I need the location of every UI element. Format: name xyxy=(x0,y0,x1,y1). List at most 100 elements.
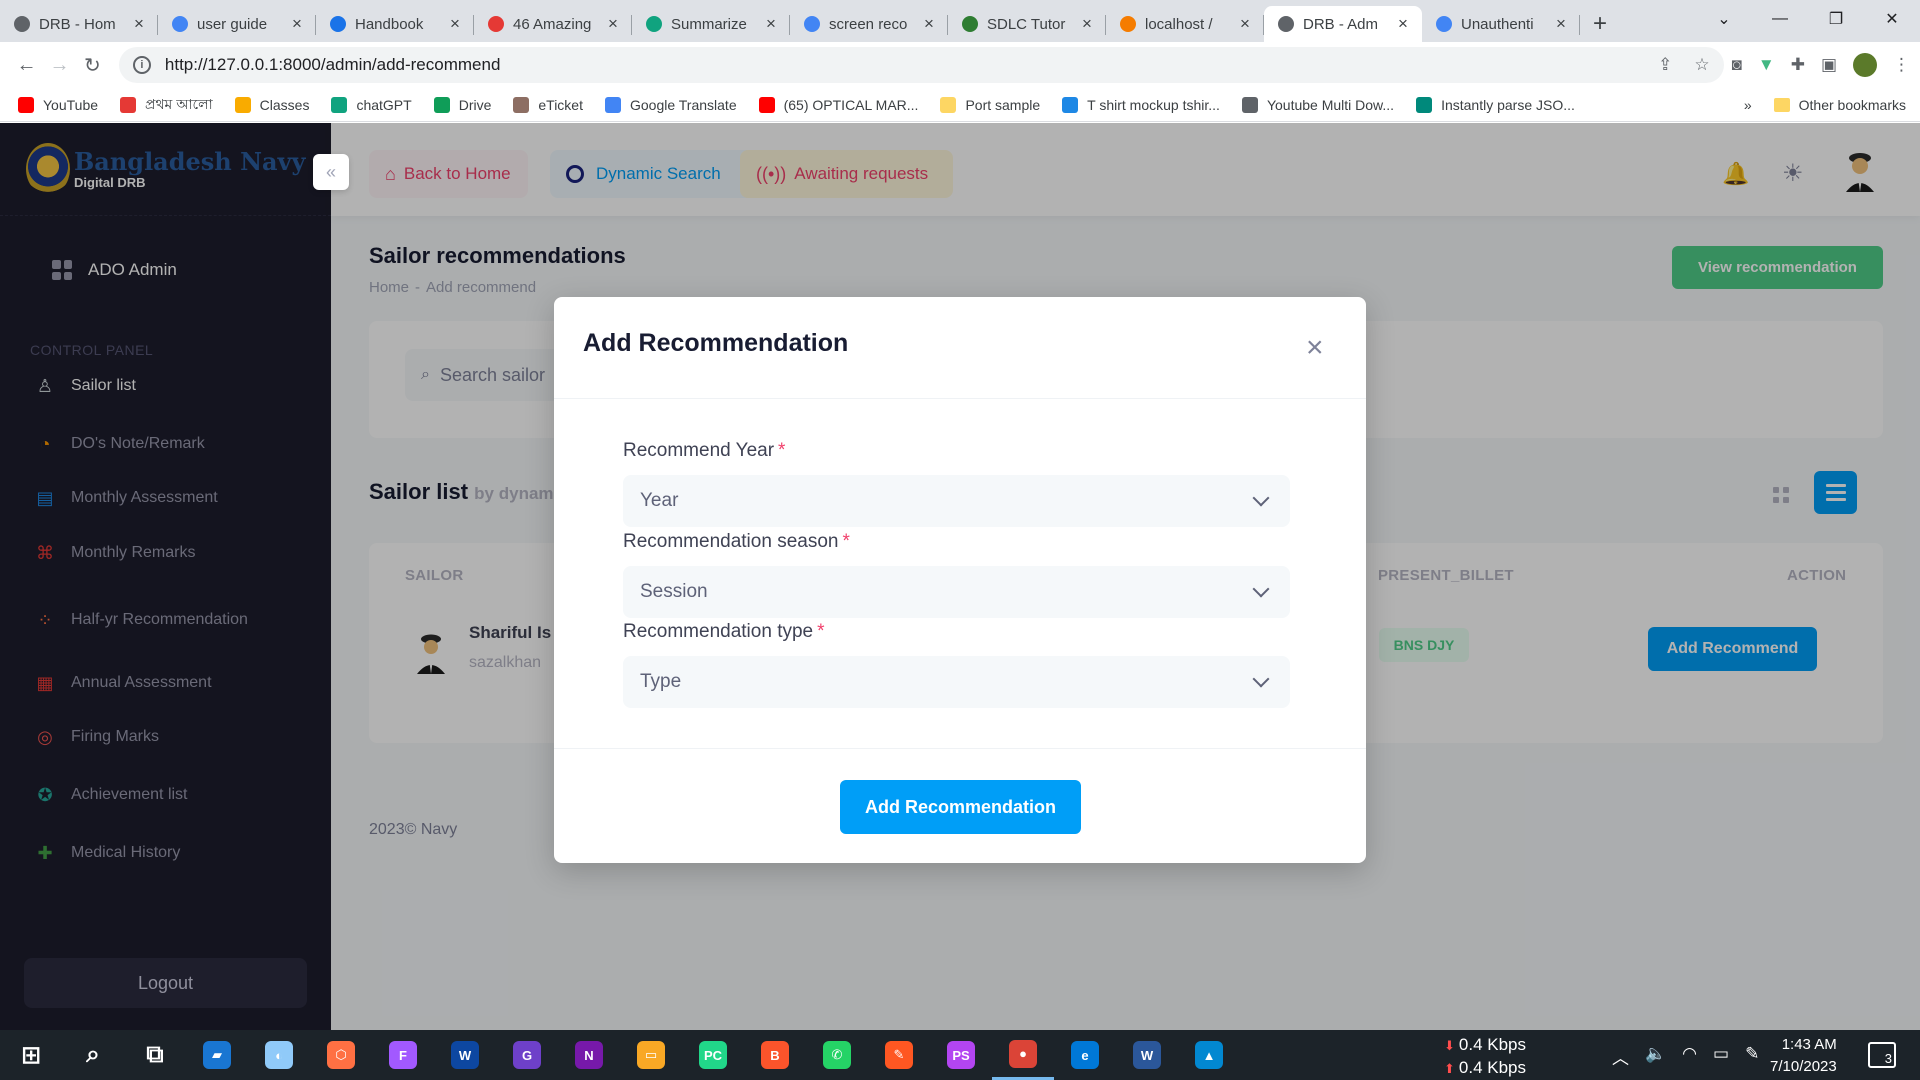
volume-icon[interactable]: 🔈 xyxy=(1645,1044,1666,1069)
figma-icon[interactable]: F xyxy=(372,1030,434,1080)
collapse-sidebar-icon[interactable]: « xyxy=(313,154,349,190)
bookmark-item[interactable]: Instantly parse JSO... xyxy=(1416,96,1575,113)
menu-kebab-icon[interactable]: ⋮ xyxy=(1893,55,1910,75)
close-tab-icon[interactable]: × xyxy=(1236,14,1254,34)
task-view-icon[interactable]: ⧉ xyxy=(124,1030,186,1080)
phpstorm-icon[interactable]: PS xyxy=(930,1030,992,1080)
bookmark-item[interactable]: Drive xyxy=(433,96,491,113)
site-info-icon[interactable]: i xyxy=(132,56,151,74)
photos-icon[interactable]: ▲ xyxy=(1178,1030,1240,1080)
battery-icon[interactable]: ▭ xyxy=(1713,1044,1729,1069)
url-input[interactable]: i http://127.0.0.1:8000/admin/add-recomm… xyxy=(118,47,1724,83)
address-bar: ← → ↻ i http://127.0.0.1:8000/admin/add-… xyxy=(0,42,1920,88)
browser-tab[interactable]: Handbook × xyxy=(316,6,474,42)
bookmark-item[interactable]: YouTube xyxy=(18,96,98,113)
pen-icon[interactable]: ✎ xyxy=(1745,1044,1759,1069)
vue-devtools-icon[interactable]: ▼ xyxy=(1758,55,1775,75)
edge-icon[interactable]: e xyxy=(1054,1030,1116,1080)
bookmark-item[interactable]: (65) OPTICAL MAR... xyxy=(758,96,918,113)
browser-tab[interactable]: SDLC Tutor × xyxy=(948,6,1106,42)
share-icon[interactable]: ⇪ xyxy=(1658,55,1672,75)
recommend-year-select[interactable]: Year xyxy=(623,475,1290,527)
file-explorer-icon[interactable]: ▭ xyxy=(620,1030,682,1080)
github-icon[interactable]: G xyxy=(496,1030,558,1080)
close-tab-icon[interactable]: × xyxy=(762,14,780,34)
recommendation-type-label: Recommendation type * xyxy=(623,621,825,642)
browser-tab[interactable]: user guide × xyxy=(158,6,316,42)
start-icon[interactable]: ⊞ xyxy=(0,1030,62,1080)
onenote-icon[interactable]: N xyxy=(558,1030,620,1080)
bookmark-item[interactable]: Google Translate xyxy=(604,96,737,113)
profile-avatar[interactable] xyxy=(1853,53,1878,77)
close-icon[interactable]: × xyxy=(1306,333,1324,363)
browser-tab[interactable]: localhost / × xyxy=(1106,6,1264,42)
forward-icon[interactable]: → xyxy=(43,47,76,83)
recommendation-type-select[interactable]: Type xyxy=(623,656,1290,708)
recommendation-season-select[interactable]: Session xyxy=(623,566,1290,618)
whatsapp-icon[interactable]: ✆ xyxy=(806,1030,868,1080)
bookmark-item[interactable]: Youtube Multi Dow... xyxy=(1241,96,1394,113)
close-tab-icon[interactable]: × xyxy=(1394,14,1412,34)
brave-icon-glyph: B xyxy=(761,1041,789,1069)
close-tab-icon[interactable]: × xyxy=(288,14,306,34)
add-recommendation-submit-button[interactable]: Add Recommendation xyxy=(840,780,1081,834)
camera-icon[interactable]: ◙ xyxy=(1732,55,1742,75)
new-tab-icon[interactable]: + xyxy=(1580,6,1620,42)
extensions-icon[interactable]: ✚ xyxy=(1791,55,1805,75)
show-hidden-icon[interactable]: ︿ xyxy=(1612,1044,1629,1069)
clock[interactable]: 1:43 AM 7/10/2023 xyxy=(1770,1034,1837,1078)
whatsapp-icon-glyph: ✆ xyxy=(823,1041,851,1069)
tab-title: localhost / xyxy=(1145,15,1213,33)
browser-tab[interactable]: Summarize × xyxy=(632,6,790,42)
restore-icon[interactable]: ❐ xyxy=(1808,0,1864,38)
browser-tab[interactable]: DRB - Hom × xyxy=(0,6,158,42)
close-tab-icon[interactable]: × xyxy=(604,14,622,34)
pycharm-icon[interactable]: PC xyxy=(682,1030,744,1080)
bookmark-star-icon[interactable]: ☆ xyxy=(1694,55,1709,75)
more-bookmarks-button[interactable]: » xyxy=(1744,97,1752,113)
app-5-icon[interactable]: ✎ xyxy=(868,1030,930,1080)
download-arrow-icon: ⬇ xyxy=(1444,1038,1455,1053)
bookmark-label: প্রথম আলো xyxy=(145,95,213,112)
minimize-icon[interactable]: — xyxy=(1752,0,1808,38)
close-tab-icon[interactable]: × xyxy=(1552,14,1570,34)
pma-icon xyxy=(1120,16,1136,32)
browser-tab[interactable]: 46 Amazing × xyxy=(474,6,632,42)
bookmark-item[interactable]: Port sample xyxy=(940,96,1040,113)
reload-icon[interactable]: ↻ xyxy=(76,47,109,83)
app-4-icon[interactable]: W xyxy=(434,1030,496,1080)
bookmark-item[interactable]: T shirt mockup tshir... xyxy=(1062,96,1220,113)
back-icon[interactable]: ← xyxy=(10,47,43,83)
sidepanel-icon[interactable]: ▣ xyxy=(1821,55,1837,75)
notification-center-icon[interactable]: 3 xyxy=(1868,1042,1896,1068)
word-icon[interactable]: W xyxy=(1116,1030,1178,1080)
google-icon xyxy=(172,16,188,32)
google-icon xyxy=(1436,16,1452,32)
wifi-icon[interactable]: ◠ xyxy=(1682,1044,1697,1069)
browser-tab[interactable]: screen reco × xyxy=(790,6,948,42)
browser-tab[interactable]: DRB - Adm × xyxy=(1264,6,1422,42)
tab-title: DRB - Adm xyxy=(1303,15,1379,33)
bookmark-item[interactable]: Classes xyxy=(234,96,309,113)
chatgpt-icon xyxy=(331,96,348,113)
chrome-icon[interactable]: ● xyxy=(992,1030,1054,1080)
globe-icon xyxy=(1241,96,1258,113)
app-3-icon[interactable]: ⬡ xyxy=(310,1030,372,1080)
other-bookmarks[interactable]: Other bookmarks xyxy=(1799,97,1906,113)
brave-icon[interactable]: B xyxy=(744,1030,806,1080)
url-text[interactable]: http://127.0.0.1:8000/admin/add-recommen… xyxy=(165,55,1636,75)
search-icon[interactable]: ⌕ xyxy=(62,1030,124,1080)
bookmark-label: chatGPT xyxy=(356,96,412,113)
app-2-icon[interactable]: ◐ xyxy=(248,1030,310,1080)
app-1-icon[interactable]: ▰ xyxy=(186,1030,248,1080)
bookmark-item[interactable]: eTicket xyxy=(513,96,583,113)
close-window-icon[interactable]: ✕ xyxy=(1864,0,1920,38)
close-tab-icon[interactable]: × xyxy=(920,14,938,34)
tab-search-icon[interactable]: ⌄ xyxy=(1696,0,1752,38)
bookmark-item[interactable]: প্রথম আলো xyxy=(120,93,213,117)
close-tab-icon[interactable]: × xyxy=(130,14,148,34)
browser-tab[interactable]: Unauthenti × xyxy=(1422,6,1580,42)
close-tab-icon[interactable]: × xyxy=(1078,14,1096,34)
close-tab-icon[interactable]: × xyxy=(446,14,464,34)
bookmark-item[interactable]: chatGPT xyxy=(331,96,412,113)
